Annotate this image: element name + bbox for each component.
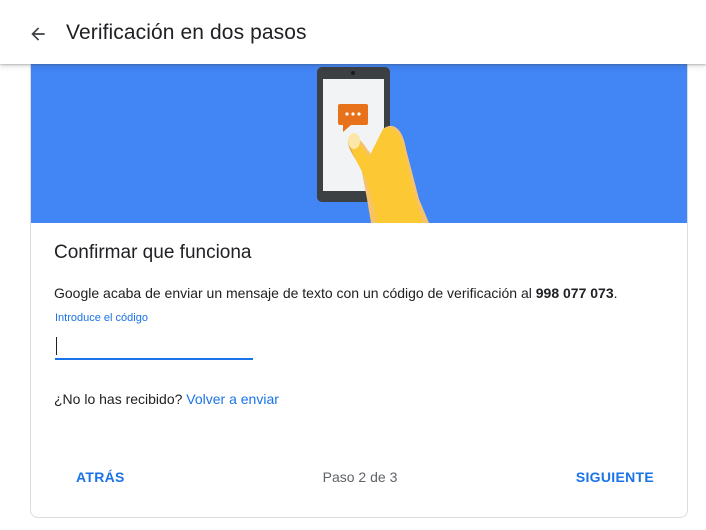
text-caret	[56, 337, 57, 355]
back-step-button[interactable]: ATRÁS	[76, 469, 125, 485]
page-title: Verificación en dos pasos	[66, 21, 307, 44]
resend-question: ¿No lo has recibido?	[54, 391, 183, 407]
phone-in-hand-illustration	[317, 67, 429, 223]
code-field-label: Introduce el código	[55, 312, 148, 324]
verification-card: Confirmar que funciona Google acaba de e…	[30, 48, 688, 518]
resend-link[interactable]: Volver a enviar	[186, 391, 279, 407]
resend-row: ¿No lo has recibido? Volver a enviar	[54, 391, 279, 407]
phone-number: 998 077 073	[535, 285, 614, 301]
message-end: .	[613, 285, 618, 301]
verification-code-input[interactable]	[55, 334, 253, 358]
sms-sent-message: Google acaba de enviar un mensaje de tex…	[54, 285, 618, 301]
message-text: Google acaba de enviar un mensaje de tex…	[54, 285, 536, 301]
code-field[interactable]	[55, 334, 253, 360]
next-button[interactable]: SIGUIENTE	[576, 469, 654, 485]
section-title: Confirmar que funciona	[54, 242, 252, 263]
back-button[interactable]	[26, 22, 50, 46]
top-app-bar: Verificación en dos pasos	[0, 0, 706, 64]
arrow-back-icon	[31, 27, 45, 41]
illustration-banner	[31, 49, 687, 223]
